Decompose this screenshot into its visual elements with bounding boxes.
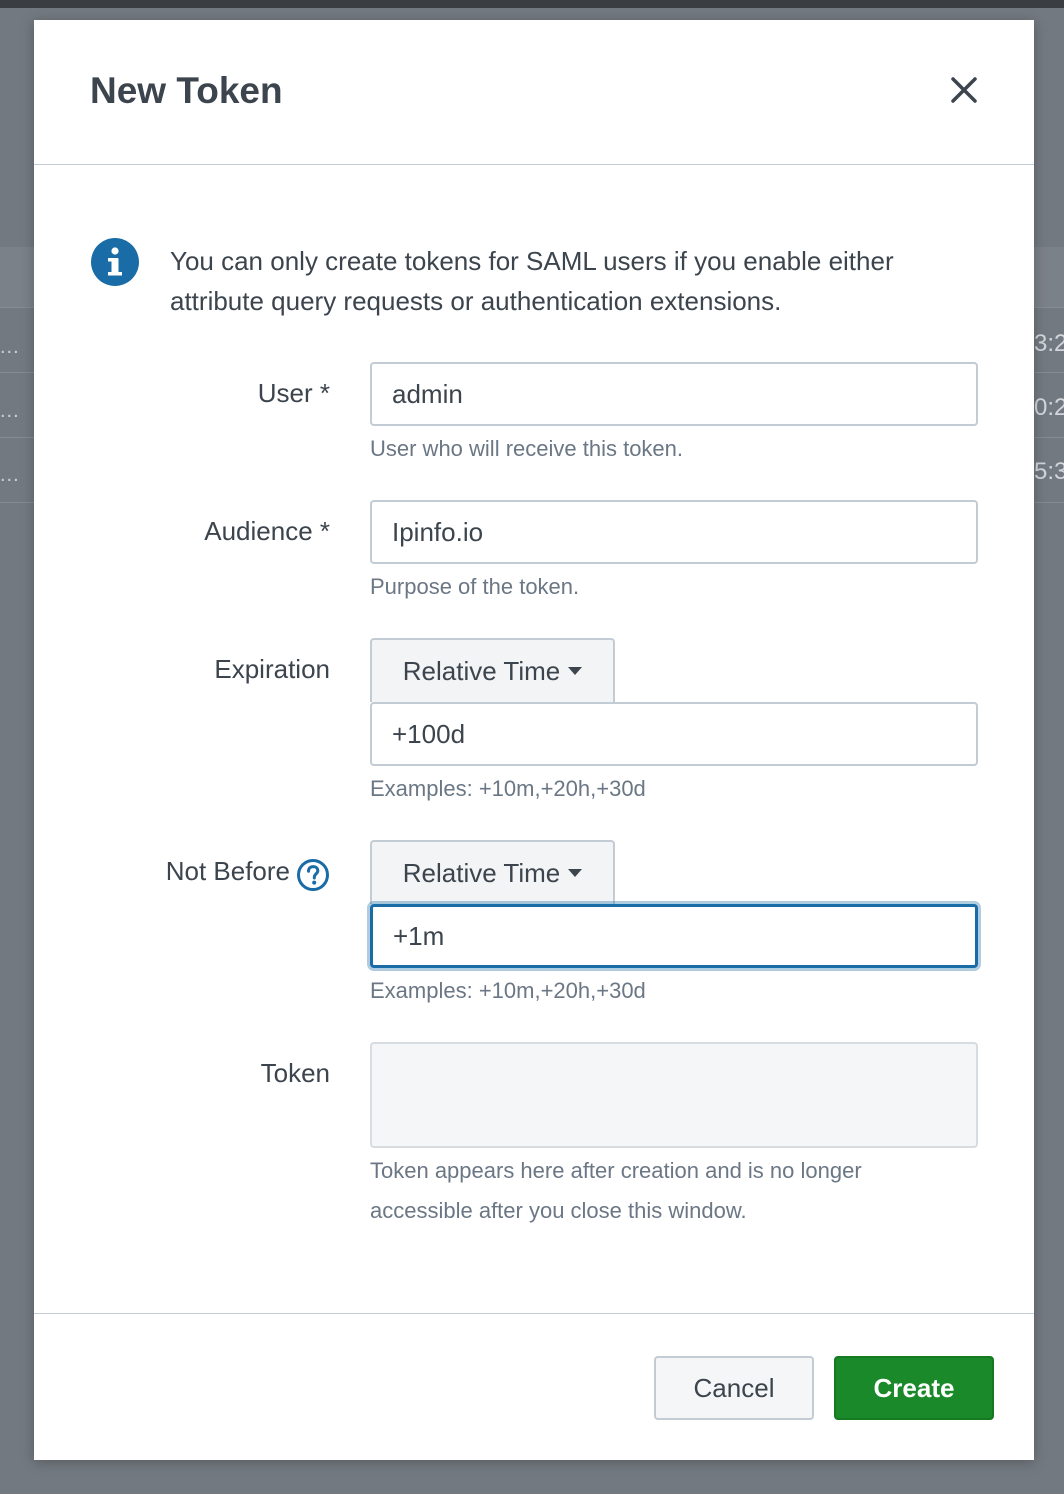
close-button[interactable] (944, 70, 984, 110)
background-row-mark: ... (0, 336, 20, 358)
close-icon (951, 77, 977, 103)
background-topbar (0, 0, 1064, 8)
audience-label: Audience * (204, 516, 330, 546)
not-before-time-mode-dropdown[interactable]: Relative Time (370, 840, 615, 904)
audience-input[interactable] (370, 500, 978, 564)
user-label: User * (257, 378, 330, 408)
info-message: You can only create tokens for SAML user… (170, 246, 894, 316)
cancel-button[interactable]: Cancel (654, 1356, 814, 1420)
question-circle-icon[interactable] (296, 858, 330, 892)
caret-down-icon (568, 869, 583, 877)
audience-help-text: Purpose of the token. (370, 574, 580, 599)
user-input[interactable] (370, 362, 978, 426)
create-button[interactable]: Create (834, 1356, 994, 1420)
background-row-mark: ... (0, 464, 20, 486)
not-before-mode-label: Relative Time (402, 857, 561, 888)
new-token-modal: New Token You can only create tokens for… (34, 20, 1034, 1460)
background-row-mark: ... (0, 400, 20, 422)
expiration-input[interactable] (370, 702, 978, 766)
token-output[interactable] (370, 1042, 978, 1148)
expiration-label: Expiration (214, 654, 330, 684)
token-help-text: Token appears here after creation and is… (370, 1158, 862, 1223)
expiration-mode-label: Relative Time (402, 655, 561, 686)
not-before-help-text: Examples: +10m,+20h,+30d (370, 978, 646, 1003)
expiration-help-text: Examples: +10m,+20h,+30d (370, 776, 646, 801)
background-row-time: 5:3 (1034, 458, 1064, 485)
user-help-text: User who will receive this token. (370, 436, 684, 461)
modal-title: New Token (90, 70, 283, 111)
info-icon (91, 238, 139, 286)
expiration-time-mode-dropdown[interactable]: Relative Time (370, 638, 615, 702)
background-row-time: 3:2 (1034, 330, 1064, 357)
caret-down-icon (568, 667, 583, 675)
background-row-time: 0:2 (1034, 394, 1064, 421)
not-before-label: Not Before (165, 856, 290, 886)
modal-header: New Token (34, 20, 1034, 165)
token-label: Token (260, 1058, 330, 1088)
not-before-input[interactable] (370, 904, 978, 968)
modal-footer-divider (34, 1313, 1034, 1314)
